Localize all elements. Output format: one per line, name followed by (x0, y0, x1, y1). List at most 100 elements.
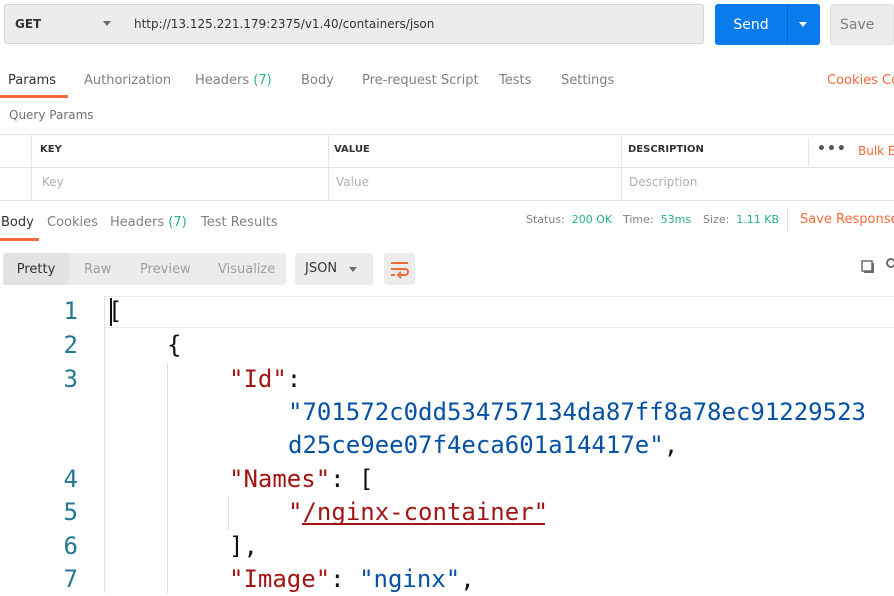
code-line-3: "Id": (229, 363, 301, 396)
code-line-6: ], (229, 532, 258, 560)
line-number: 7 (63, 565, 78, 593)
time-label: Time: (623, 213, 654, 226)
view-mode-toggle: Pretty Raw Preview Visualize (3, 253, 286, 285)
active-tab-indicator (0, 95, 68, 98)
json-punct: , (663, 431, 679, 459)
json-key: "Id" (229, 365, 287, 393)
tab-label: Cookies (47, 215, 98, 230)
json-punct: , (460, 565, 475, 593)
tab-response-body[interactable]: Body (1, 215, 34, 230)
size-value: 1.11 KB (736, 213, 780, 226)
copy-icon[interactable] (861, 259, 875, 273)
line-number: 2 (63, 331, 78, 359)
more-options-icon[interactable]: ••• (817, 141, 847, 157)
column-divider (31, 135, 32, 200)
size-readout: Size: 1.11 KB (703, 213, 779, 226)
tab-body[interactable]: Body (301, 73, 334, 88)
line-number: 3 (63, 365, 78, 393)
code-line-7: "Image": "nginx", (229, 563, 475, 596)
divider (787, 208, 788, 232)
json-string: "nginx" (359, 565, 461, 593)
tab-params[interactable]: Params (8, 73, 56, 88)
save-response-button[interactable]: Save Response (800, 212, 894, 227)
column-divider (808, 138, 809, 166)
tab-pre-request-script[interactable]: Pre-request Script (362, 73, 479, 88)
tab-settings[interactable]: Settings (561, 73, 614, 88)
save-label: Save (840, 16, 875, 33)
bulk-edit-link[interactable]: Bulk E (858, 144, 894, 158)
json-key: "Image" (229, 565, 331, 593)
format-select[interactable]: JSON (295, 253, 373, 285)
tab-label: Headers (110, 215, 165, 230)
chevron-down-icon (799, 22, 807, 27)
url-input[interactable]: http://13.125.221.179:2375/v1.40/contain… (123, 4, 704, 44)
json-punct: : [ (330, 465, 374, 493)
line-number: 5 (63, 498, 78, 526)
mode-raw[interactable]: Raw (84, 253, 111, 285)
size-label: Size: (703, 213, 730, 226)
query-params-table: KEY VALUE DESCRIPTION ••• Bulk E Key Val… (0, 134, 894, 201)
wrap-icon (391, 262, 409, 279)
json-string: "701572c0dd534757134da87ff8a78ec91229523 (288, 398, 866, 426)
column-divider (328, 135, 329, 200)
code-line-4: "Names": [ (229, 463, 374, 496)
mode-visualize[interactable]: Visualize (218, 253, 275, 285)
tab-response-headers[interactable]: Headers (7) (110, 215, 187, 230)
send-label: Send (733, 16, 769, 33)
status-value: 200 OK (571, 213, 613, 226)
value-input[interactable]: Value (336, 175, 369, 189)
column-header-value: VALUE (334, 144, 370, 155)
headers-count: (7) (253, 73, 272, 88)
tab-label: Headers (195, 73, 250, 88)
tab-label: Pre-request Script (362, 73, 479, 88)
column-divider (621, 135, 622, 200)
chevron-down-icon (349, 267, 357, 272)
gutter-divider (104, 296, 105, 593)
tab-label: Settings (561, 73, 615, 88)
cookies-link[interactable]: Cookies Co (827, 73, 894, 88)
code-line-2: { (167, 331, 182, 359)
code-link[interactable]: Co (882, 73, 894, 88)
indent-guide (167, 363, 168, 593)
error-underline (302, 523, 545, 525)
column-header-key: KEY (40, 144, 62, 155)
indent-guide (228, 497, 229, 530)
json-string: d25ce9ee07f4eca601a14417e" (288, 431, 664, 459)
tab-headers[interactable]: Headers (7) (195, 73, 272, 88)
json-punct: : (286, 365, 302, 393)
tab-authorization[interactable]: Authorization (84, 73, 171, 88)
tab-label: Authorization (84, 73, 172, 88)
tab-label: Body (301, 73, 334, 88)
chevron-down-icon (103, 21, 111, 26)
line-number: 6 (63, 532, 78, 560)
tab-label: Test Results (201, 215, 278, 230)
description-input[interactable]: Description (629, 175, 697, 189)
wrap-lines-button[interactable] (384, 253, 415, 285)
key-input[interactable]: Key (42, 175, 64, 189)
headers-count: (7) (168, 215, 187, 230)
query-params-title: Query Params (9, 108, 94, 122)
line-number: 4 (63, 465, 78, 493)
status-label: Status: (526, 213, 565, 226)
send-button[interactable]: Send (715, 4, 820, 45)
json-key: "Names" (229, 465, 331, 493)
format-label: JSON (305, 261, 338, 276)
tab-response-cookies[interactable]: Cookies (47, 215, 98, 230)
send-options-button[interactable] (788, 4, 820, 45)
url-text: http://13.125.221.179:2375/v1.40/contain… (134, 17, 435, 31)
column-header-description: DESCRIPTION (628, 144, 704, 155)
status-readout: Status: 200 OK (526, 213, 612, 226)
cookies-label: Cookies (827, 73, 878, 88)
save-button[interactable]: Save (830, 4, 894, 45)
method-select[interactable]: GET (4, 4, 124, 44)
json-punct: : (330, 565, 360, 593)
row-divider (0, 167, 894, 168)
search-icon[interactable] (886, 258, 894, 268)
method-label: GET (15, 17, 42, 31)
mode-preview[interactable]: Preview (140, 253, 191, 285)
time-readout: Time: 53ms (623, 213, 691, 226)
tab-label: Tests (499, 73, 532, 88)
mode-pretty[interactable]: Pretty (3, 253, 69, 285)
tab-tests[interactable]: Tests (499, 73, 531, 88)
tab-test-results[interactable]: Test Results (201, 215, 278, 230)
